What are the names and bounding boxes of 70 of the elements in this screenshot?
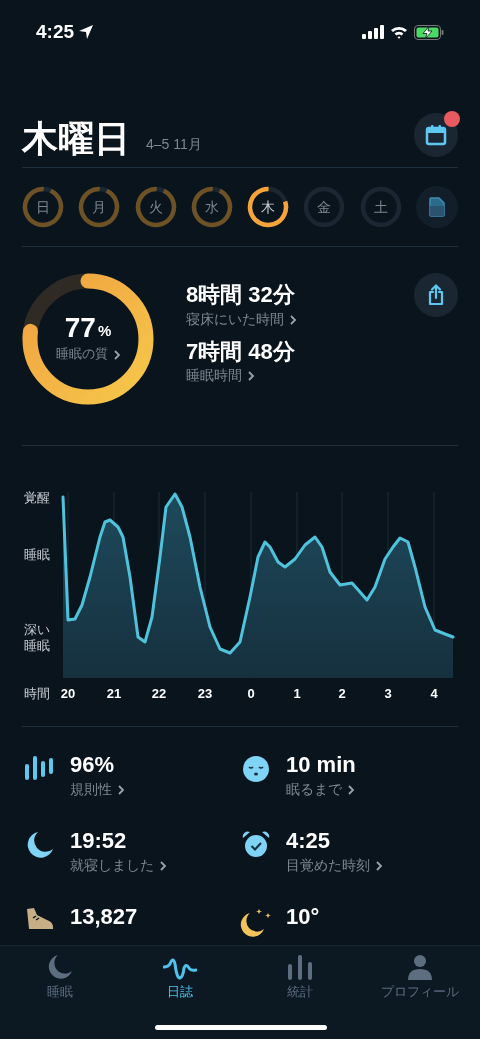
status-time: 4:25 [36,19,75,44]
day-ring-tab[interactable]: 月 [78,186,121,228]
stat-value: 10 min [286,751,356,779]
wifi-icon [390,25,408,39]
tab[interactable]: 日誌 [120,954,240,1002]
tab[interactable]: プロフィール [360,954,480,1002]
x-tick-label: 4 [429,685,439,703]
day-ring-tab[interactable]: 水 [190,186,233,228]
alarm-clock-icon [242,831,270,859]
person-icon [407,954,433,980]
moon-icon [26,831,54,859]
chevron-icon [112,349,121,360]
share-icon [426,284,446,306]
day-ring-tab[interactable]: 木 [247,186,290,228]
x-tick-label: 2 [337,685,347,703]
x-tick-label: 23 [196,685,214,703]
chevron-icon [117,784,125,795]
stat-value: 96% [70,751,116,779]
quality-unit: % [97,320,112,341]
moon-icon [47,954,73,980]
y-axis-label: 覚醒 [24,490,51,506]
bar-chart-icon [287,954,313,980]
quality-link[interactable]: 睡眠の質 [55,344,121,364]
chevron-icon [159,860,167,871]
chevron-icon [347,784,355,795]
location-arrow-icon [78,24,95,40]
stat-link[interactable]: 就寝しました [70,854,167,876]
x-tick-label: 3 [383,685,393,703]
stat-link[interactable]: 目覚めた時刻 [286,854,383,876]
chevron-icon [375,860,383,871]
metric-value: 7時間 48分 [186,337,296,365]
share-button[interactable] [414,273,458,317]
stat-value: 13,827 [70,903,138,931]
stat-link[interactable]: 眠るまで [286,778,356,800]
stat-value: 19:52 [70,827,128,855]
tab[interactable]: 統計 [240,954,360,1002]
quality-value: 77 [64,314,96,343]
stat-value: 10° [286,903,320,931]
chevron-icon [247,371,255,382]
day-ring-tab[interactable]: 土 [359,186,402,228]
report-button[interactable] [415,186,458,228]
metric-link[interactable]: 寝床にいた時間 [186,308,414,330]
day-ring-tab[interactable]: 火 [134,186,177,228]
metric-value: 8時間 32分 [186,281,296,309]
day-ring-tab[interactable]: 日 [22,186,64,228]
tab[interactable]: 睡眠 [0,954,120,1002]
calendar-button[interactable] [414,113,458,157]
bars-icon [25,755,55,781]
day-title: 木曜日 [22,121,130,157]
x-tick-label: 21 [105,685,123,703]
document-icon [428,197,445,217]
date-range: 4–5 11月 [146,135,202,154]
moon-stars-icon [240,907,272,937]
y-axis-label: 深い睡眠 [24,622,51,654]
calendar-icon [425,124,447,146]
shoe-icon [25,907,55,931]
x-tick-label: 20 [59,685,77,703]
x-tick-label: 22 [150,685,168,703]
battery-charging-icon [414,24,444,40]
x-tick-label: 1 [292,685,302,703]
x-axis-title: 時間 [24,685,50,703]
y-axis-label: 睡眠 [24,547,51,563]
chevron-icon [289,314,297,325]
sleeping-face-icon [242,755,270,783]
day-ring-tab[interactable]: 金 [303,186,346,228]
stat-value: 4:25 [286,827,332,855]
stat-link[interactable]: 規則性 [70,778,125,800]
x-tick-label: 0 [246,685,256,703]
signal-icon [362,25,384,39]
metric-link[interactable]: 睡眠時間 [186,365,414,386]
